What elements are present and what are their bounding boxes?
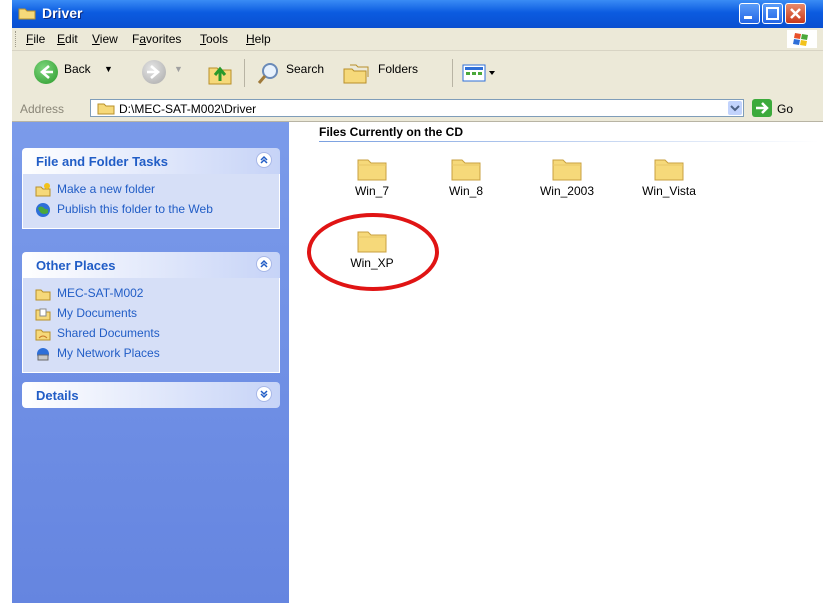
make-new-folder-link[interactable]: Make a new folder [23,182,279,200]
task-pane: File and Folder Tasks Make a new folder [12,122,289,603]
menu-help[interactable]: Help [246,32,271,46]
folder-icon [552,159,582,181]
file-list[interactable]: Files Currently on the CD Win_7 Win_8 Wi… [289,122,823,603]
place-label: Shared Documents [57,326,160,340]
window-title: Driver [42,5,83,21]
go-button-label[interactable]: Go [777,102,793,116]
file-item-win-8[interactable]: Win_8 [426,154,506,198]
address-field[interactable]: D:\MEC-SAT-M002\Driver [90,99,744,117]
close-button[interactable] [785,3,806,24]
back-arrow-icon[interactable] [34,60,58,84]
panel-title: File and Folder Tasks [36,154,168,169]
expand-icon[interactable] [256,386,272,402]
toolbar-separator [244,59,245,87]
folder-icon [35,286,51,302]
menu-bar: File Edit View Favorites Tools Help [12,28,823,51]
folder-icon [451,159,481,181]
new-folder-icon [35,182,51,198]
menu-view[interactable]: View [92,32,118,46]
other-places-panel: Other Places MEC-SAT-M002 My Documents S… [22,252,280,373]
panel-title: Other Places [36,258,116,273]
toolbar-separator [452,59,453,87]
back-dropdown-icon[interactable]: ▼ [104,64,113,74]
collapse-icon[interactable] [256,152,272,168]
place-mec-sat-m002[interactable]: MEC-SAT-M002 [23,286,279,304]
search-button-label[interactable]: Search [286,62,324,76]
standard-toolbar: Back ▼ ▼ Search Folders [12,51,823,98]
place-my-network-places[interactable]: My Network Places [23,346,279,364]
shared-documents-icon [35,326,51,342]
panel-body: Make a new folder Publish this folder to… [22,174,280,229]
maximize-button[interactable] [762,3,783,24]
panel-body: MEC-SAT-M002 My Documents Shared Documen… [22,278,280,373]
folders-button-label[interactable]: Folders [378,62,418,76]
folder-icon [18,6,36,20]
place-shared-documents[interactable]: Shared Documents [23,326,279,344]
place-my-documents[interactable]: My Documents [23,306,279,324]
panel-header[interactable]: File and Folder Tasks [22,148,280,174]
views-icon[interactable] [462,63,498,86]
highlight-circle [307,213,439,291]
place-label: My Network Places [57,346,160,360]
menu-edit[interactable]: Edit [57,32,78,46]
go-arrow-icon[interactable] [752,99,772,117]
group-divider [319,141,819,142]
menu-tools[interactable]: Tools [200,32,228,46]
network-places-icon [35,346,51,362]
forward-dropdown-icon[interactable]: ▼ [174,64,183,74]
address-label: Address [20,102,65,116]
panel-header[interactable]: Details [22,382,280,408]
folder-icon [357,159,387,181]
task-label: Make a new folder [57,182,156,196]
file-folder-tasks-panel: File and Folder Tasks Make a new folder [22,148,280,229]
file-name: Win_Vista [642,184,696,198]
address-value[interactable]: D:\MEC-SAT-M002\Driver [119,102,256,116]
publish-to-web-link[interactable]: Publish this folder to the Web [23,202,279,220]
group-title: Files Currently on the CD [319,125,464,139]
back-button-label[interactable]: Back [64,62,91,76]
details-panel: Details [22,382,280,408]
explorer-window: Driver File Edit View Favorites Tools He… [12,0,823,603]
place-label: MEC-SAT-M002 [57,286,144,300]
file-item-win-vista[interactable]: Win_Vista [629,154,709,198]
menu-file[interactable]: File [26,32,45,46]
panel-title: Details [36,388,79,403]
folder-icon [97,101,115,118]
task-label: Publish this folder to the Web [57,202,213,216]
file-item-win-2003[interactable]: Win_2003 [527,154,607,198]
forward-arrow-icon[interactable] [142,60,166,84]
address-dropdown-icon[interactable] [728,101,742,115]
up-folder-icon[interactable] [206,59,234,90]
file-name: Win_8 [448,184,483,198]
menu-grip[interactable] [15,31,19,47]
search-icon[interactable] [256,61,282,90]
file-name: Win_7 [354,184,389,198]
file-name: Win_2003 [539,184,595,198]
panel-header[interactable]: Other Places [22,252,280,278]
folder-icon [654,159,684,181]
publish-web-icon [35,202,51,218]
minimize-button[interactable] [739,3,760,24]
collapse-icon[interactable] [256,256,272,272]
place-label: My Documents [57,306,138,320]
file-item-win-7[interactable]: Win_7 [332,154,412,198]
folders-icon[interactable] [342,61,372,90]
windows-logo-icon [787,30,817,48]
my-documents-icon [35,306,51,322]
address-bar: Address D:\MEC-SAT-M002\Driver Go [12,97,823,122]
title-bar[interactable]: Driver [12,0,823,28]
menu-favorites[interactable]: Favorites [132,32,181,46]
